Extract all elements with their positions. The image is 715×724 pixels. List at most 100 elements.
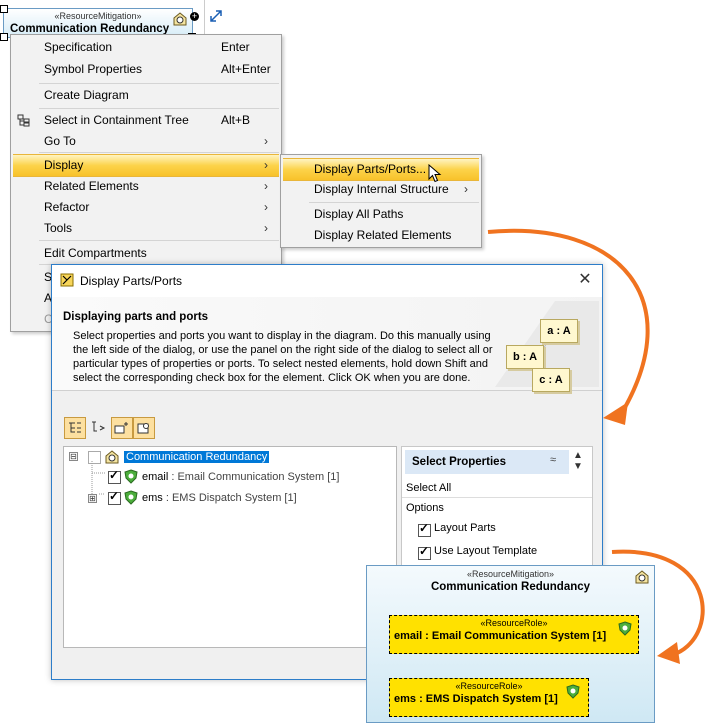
menu-item-label: Display Related Elements [314,228,452,242]
tree-node-email[interactable]: email : Email Communication System [1] [142,468,339,486]
containment-tree-icon [17,114,30,127]
show-parts-button[interactable] [111,417,133,439]
menu-item-label: Tools [44,221,73,235]
resize-handle[interactable] [0,5,8,13]
ems-checkbox[interactable] [108,489,121,505]
illustration-part-a: a : A [540,319,578,343]
element-name: Communication Redundancy [430,581,591,593]
options-label: Options [406,502,444,514]
layout-parts-label: Layout Parts [434,522,496,534]
submenu-item-display-related-elements[interactable]: Display Related Elements [281,225,481,246]
submenu-item-display-all-paths[interactable]: Display All Paths [281,204,481,225]
element-stereotype: «ResourceMitigation» [466,569,555,579]
menu-item-symbol-properties[interactable]: Symbol Properties Alt+Enter [11,59,281,80]
diagonal-arrow-icon[interactable] [208,8,224,24]
menu-item-select-in-containment-tree[interactable]: Select in Containment Tree Alt+B [11,110,281,131]
menu-separator [39,83,279,84]
tree-node-label: Communication Redundancy [124,451,270,463]
expand-tree-icon [69,422,81,433]
tree-node-ems[interactable]: ems : EMS Dispatch System [1] [142,489,297,507]
tree-node-root[interactable]: Communication Redundancy [124,448,270,466]
illustration-part-b: b : A [506,345,544,369]
illustration-part-c: c : A [532,368,570,392]
menu-item-shortcut: Alt+B [221,113,251,127]
element-tree: ⊟ Communication Redundancy email : Email… [63,446,397,648]
show-ports-button[interactable] [133,417,155,439]
select-all-link[interactable]: Select All [406,482,451,494]
chevron-right-icon: › [264,158,268,172]
mouse-cursor-icon [428,164,442,183]
menu-item-label: Related Elements [44,179,139,193]
menu-item-label: Go To [44,134,76,148]
resize-handle[interactable] [0,33,8,41]
resource-role-icon [124,469,138,484]
menu-item-display[interactable]: Display › [13,154,279,177]
dialog-description: Select properties and ports you want to … [73,330,493,384]
email-checkbox[interactable] [108,468,121,484]
menu-item-related-elements[interactable]: Related Elements › [11,176,281,197]
menu-item-tools[interactable]: Tools › [11,218,281,239]
menu-item-specification[interactable]: Specification Enter [11,37,281,58]
collapse-icon[interactable]: ≈ [550,454,556,466]
display-submenu: Display Parts/Ports... Display Internal … [280,154,482,248]
menu-item-label: Symbol Properties [44,62,143,76]
menu-item-label: Display Parts/Ports... [314,162,427,176]
divider [402,497,592,498]
chevron-right-icon: › [264,179,268,193]
menu-item-shortcut: Alt+Enter [221,62,271,76]
dialog-header: Displaying parts and ports Select proper… [52,297,602,392]
menu-item-label: Select in Containment Tree [44,113,189,127]
chevron-right-icon: › [264,200,268,214]
select-properties-panel: Select Properties ≈ ▲ ▼ Select All Option… [401,446,593,578]
resource-role-icon [124,490,138,505]
menu-item-go-to[interactable]: Go To › [11,131,281,152]
layout-parts-checkbox[interactable] [418,521,431,537]
part-ems[interactable]: «ResourceRole» ems : EMS Dispatch System… [389,678,589,717]
part-email[interactable]: «ResourceRole» email : Email Communicati… [389,615,639,654]
expand-all-button[interactable] [64,417,86,439]
chevron-right-icon: › [464,182,468,196]
expand-node-icon[interactable]: ⊞ [88,494,97,503]
resource-mitigation-icon [635,570,649,584]
part-stereotype: «ResourceRole» [455,681,523,691]
collapse-tree-icon [92,421,106,432]
dialog-titlebar[interactable]: Display Parts/Ports ✕ [52,265,602,297]
use-layout-template-label: Use Layout Template [434,545,538,557]
add-handle-icon[interactable]: + [190,12,199,21]
tree-node-type: : Email Communication System [1] [168,471,340,483]
collapse-all-button[interactable] [88,417,108,437]
dialog-heading: Displaying parts and ports [63,311,209,323]
dialog-title: Display Parts/Ports [80,274,183,288]
arrowhead-icon [657,642,680,664]
part-label: ems : EMS Dispatch System [1] [394,693,558,705]
part-stereotype: «ResourceRole» [480,618,548,628]
menu-separator [39,152,279,153]
menu-item-label: Display [44,158,84,172]
menu-item-create-diagram[interactable]: Create Diagram [11,85,281,106]
collapse-node-icon[interactable]: ⊟ [69,452,78,461]
menu-item-refactor[interactable]: Refactor › [11,197,281,218]
parts-icon [114,422,128,434]
element-stereotype: «ResourceMitigation» [54,11,142,21]
resource-role-icon [566,684,580,699]
properties-title: Select Properties [412,456,506,468]
part-label: email : Email Communication System [1] [394,630,607,642]
submenu-item-display-parts-ports[interactable]: Display Parts/Ports... [283,158,479,181]
submenu-item-display-internal-structure[interactable]: Display Internal Structure › [281,179,481,200]
result-diagram-element[interactable]: «ResourceMitigation» Communication Redun… [366,565,655,723]
resource-mitigation-icon [173,12,187,26]
chevron-right-icon: › [264,221,268,235]
tree-node-type: : EMS Dispatch System [1] [162,492,297,504]
use-layout-template-checkbox[interactable] [418,544,431,560]
menu-item-label: Refactor [44,200,90,214]
ports-icon [137,423,149,434]
close-icon[interactable]: ✕ [574,269,596,291]
menu-item-label: Create Diagram [44,88,129,102]
menu-separator [309,202,479,203]
menu-separator [39,108,279,109]
arrowhead-icon [603,402,628,425]
menu-item-edit-compartments[interactable]: Edit Compartments [11,243,281,264]
scroll-arrows-icon[interactable]: ▲ ▼ [573,450,583,472]
menu-separator [39,240,279,241]
menu-item-label: Edit Compartments [44,246,147,260]
